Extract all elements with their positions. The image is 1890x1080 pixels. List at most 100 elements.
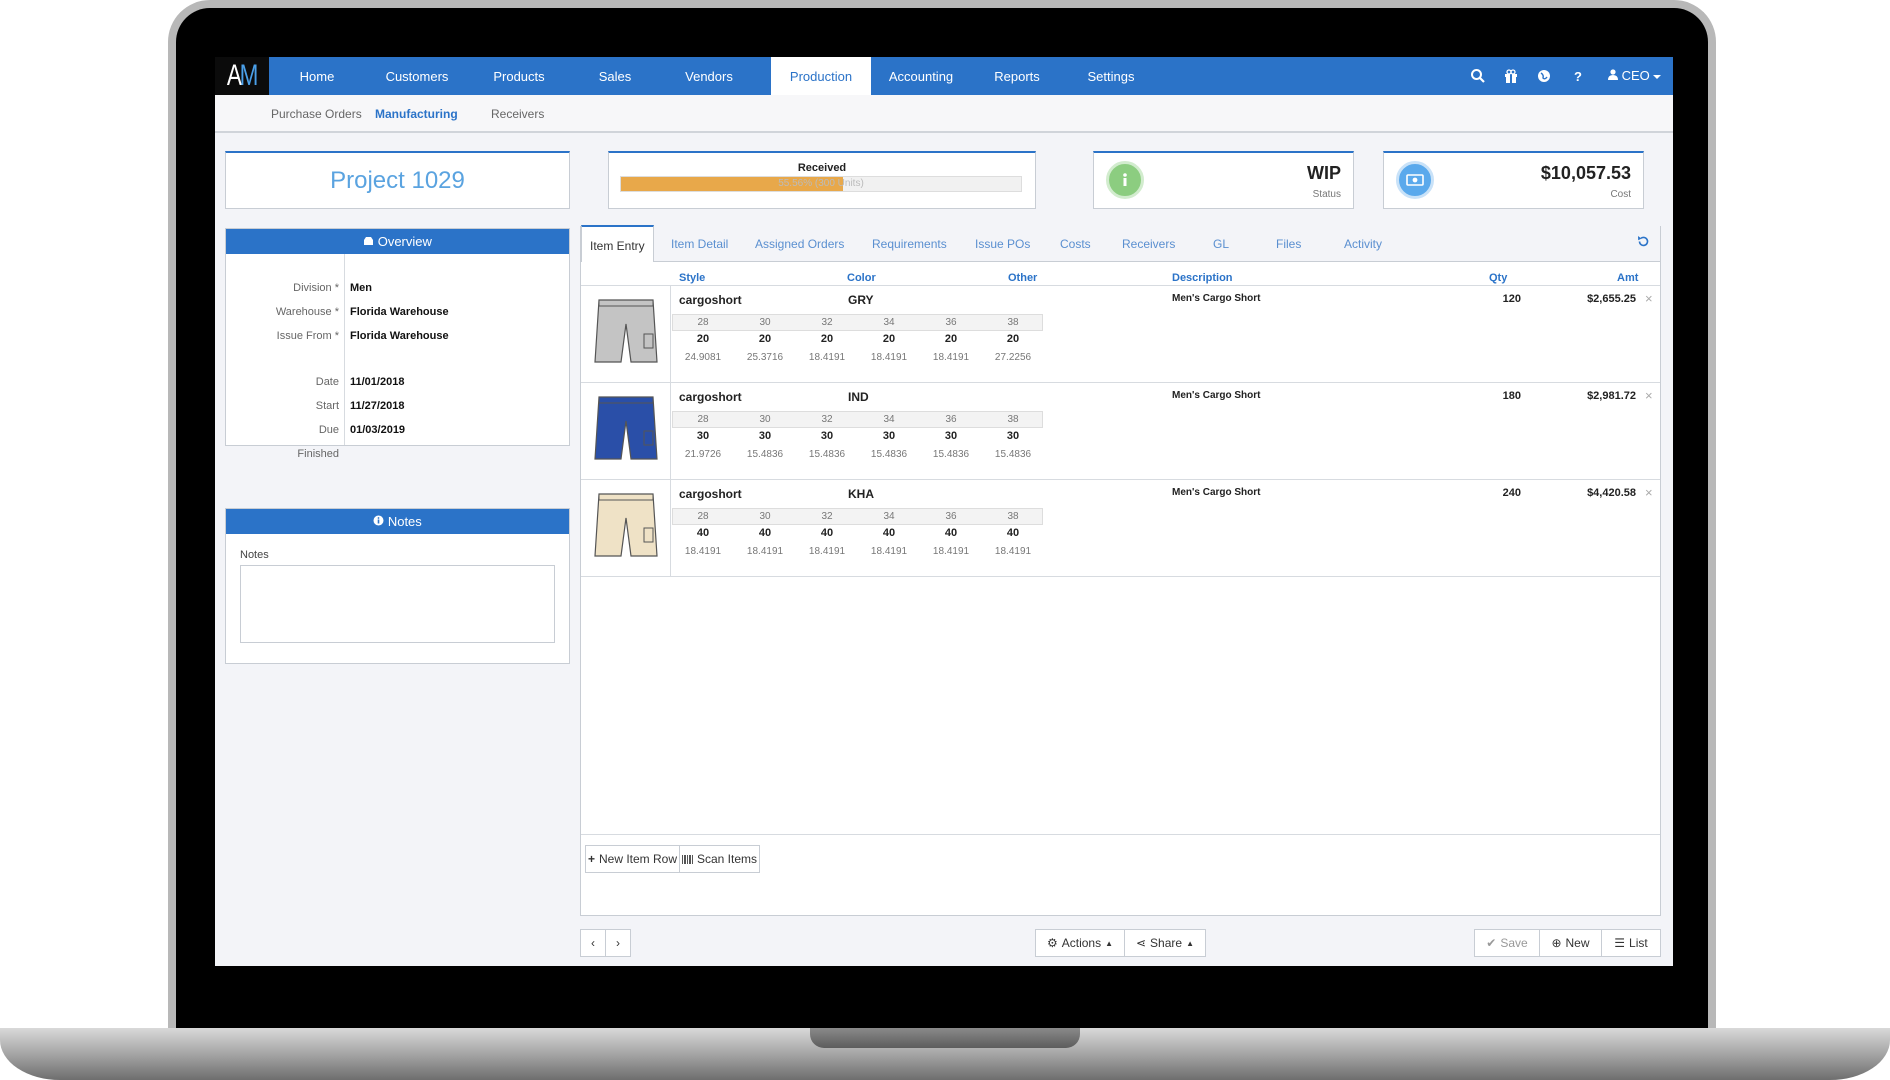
size-qty-input[interactable]: 20 (734, 333, 796, 345)
nav-home[interactable]: Home (269, 57, 365, 95)
col-amt[interactable]: Amt (1617, 272, 1638, 284)
subnav-receivers[interactable]: Receivers (491, 107, 544, 121)
notes-textarea[interactable] (240, 565, 555, 643)
warehouse-value[interactable]: Florida Warehouse (350, 306, 449, 318)
notes-header: Notes (226, 509, 569, 534)
nav-settings[interactable]: Settings (1063, 57, 1159, 95)
size-qty-input[interactable]: 40 (920, 527, 982, 539)
nav-sales[interactable]: Sales (569, 57, 661, 95)
division-value[interactable]: Men (350, 282, 372, 294)
size-qty-input[interactable]: 40 (796, 527, 858, 539)
tab-issue-pos[interactable]: Issue POs (975, 237, 1030, 251)
next-button[interactable]: › (605, 929, 631, 957)
nav-products[interactable]: Products (469, 57, 569, 95)
due-value[interactable]: 01/03/2019 (350, 424, 405, 436)
size-qty-input[interactable]: 20 (672, 333, 734, 345)
tab-gl[interactable]: GL (1213, 237, 1229, 251)
item-color[interactable]: KHA (848, 487, 874, 501)
nav-reports[interactable]: Reports (971, 57, 1063, 95)
status-value: WIP (1307, 163, 1341, 183)
list-button[interactable]: ☰ List (1601, 929, 1661, 957)
item-color[interactable]: GRY (848, 293, 874, 307)
help-icon[interactable]: ? (1570, 68, 1586, 84)
warehouse-label: Warehouse * (275, 306, 339, 318)
tab-costs[interactable]: Costs (1060, 237, 1091, 251)
size-qty-input[interactable]: 30 (982, 430, 1044, 442)
tab-item-detail[interactable]: Item Detail (671, 237, 728, 251)
remove-row-icon[interactable]: × (1645, 485, 1653, 500)
size-qty-input[interactable]: 20 (796, 333, 858, 345)
subnav-manufacturing[interactable]: Manufacturing (375, 107, 458, 121)
nav-production[interactable]: Production (771, 57, 871, 95)
table-row[interactable]: cargoshort IND Men's Cargo Short 180 $2,981.… (581, 383, 1660, 480)
col-color[interactable]: Color (847, 272, 876, 284)
size-label: 36 (945, 317, 957, 328)
size-qty-input[interactable]: 20 (920, 333, 982, 345)
scan-items-button[interactable]: Scan Items (679, 845, 760, 873)
col-style[interactable]: Style (679, 272, 705, 284)
size-price: 18.4191 (684, 546, 722, 557)
item-style[interactable]: cargoshort (679, 487, 742, 501)
item-style[interactable]: cargoshort (679, 390, 742, 404)
item-style[interactable]: cargoshort (679, 293, 742, 307)
size-qty-input[interactable]: 20 (858, 333, 920, 345)
subnav-purchase-orders[interactable]: Purchase Orders (271, 107, 362, 121)
table-row[interactable]: cargoshort KHA Men's Cargo Short 240 $4,420.… (581, 480, 1660, 577)
search-icon[interactable] (1470, 68, 1486, 84)
date-value[interactable]: 11/01/2018 (350, 376, 404, 388)
size-qty-input[interactable]: 30 (672, 430, 734, 442)
tab-receivers[interactable]: Receivers (1122, 237, 1175, 251)
new-button[interactable]: ⊕ New (1539, 929, 1602, 957)
save-button[interactable]: ✔ Save (1474, 929, 1540, 957)
project-card: Project 1029 (225, 151, 570, 209)
tab-assigned-orders[interactable]: Assigned Orders (755, 237, 844, 251)
globe-icon[interactable] (1536, 68, 1552, 84)
size-qty-input[interactable]: 40 (734, 527, 796, 539)
size-price: 18.4191 (932, 546, 970, 557)
size-qty-input[interactable]: 40 (982, 527, 1044, 539)
col-qty[interactable]: Qty (1489, 272, 1507, 284)
size-price: 15.4836 (870, 449, 908, 460)
actions-button[interactable]: ⚙ Actions ▲ (1035, 929, 1125, 957)
size-qty-input[interactable]: 20 (982, 333, 1044, 345)
refresh-icon[interactable] (1637, 235, 1650, 248)
share-button[interactable]: ⋖ Share ▲ (1124, 929, 1206, 957)
nav-customers[interactable]: Customers (365, 57, 469, 95)
received-progress-bar: 55.56% (300 Units) (620, 176, 1022, 192)
item-amount: $2,655.25 (1587, 293, 1636, 305)
issue-from-value[interactable]: Florida Warehouse (350, 330, 449, 342)
size-label: 32 (821, 511, 833, 522)
size-qty-input[interactable]: 30 (796, 430, 858, 442)
tab-item-entry[interactable]: Item Entry (581, 225, 654, 262)
gift-icon[interactable] (1503, 68, 1519, 84)
size-qty-input[interactable]: 30 (734, 430, 796, 442)
caret-up-icon: ▲ (1105, 938, 1114, 948)
col-other[interactable]: Other (1008, 272, 1037, 284)
prev-button[interactable]: ‹ (580, 929, 606, 957)
svg-text:?: ? (1574, 69, 1582, 84)
table-row[interactable]: cargoshort GRY Men's Cargo Short 120 $2,655.… (581, 286, 1660, 383)
tab-activity[interactable]: Activity (1344, 237, 1382, 251)
size-qty-input[interactable]: 40 (858, 527, 920, 539)
new-item-row-button[interactable]: + New Item Row (585, 845, 680, 873)
item-color[interactable]: IND (848, 390, 869, 404)
size-qty-input[interactable]: 40 (672, 527, 734, 539)
app-screen: AM Home Customers Products Sales Vendors… (215, 57, 1673, 966)
share-label: Share (1150, 936, 1183, 950)
product-image (581, 480, 671, 576)
nav-vendors[interactable]: Vendors (661, 57, 757, 95)
remove-row-icon[interactable]: × (1645, 388, 1653, 403)
remove-row-icon[interactable]: × (1645, 291, 1653, 306)
size-price: 15.4836 (994, 449, 1032, 460)
size-qty-input[interactable]: 30 (920, 430, 982, 442)
tab-files[interactable]: Files (1276, 237, 1301, 251)
tab-requirements[interactable]: Requirements (872, 237, 947, 251)
size-price: 18.4191 (994, 546, 1032, 557)
size-qty-input[interactable]: 30 (858, 430, 920, 442)
col-description[interactable]: Description (1172, 272, 1233, 284)
logo[interactable]: AM (215, 57, 269, 95)
top-navigation: AM Home Customers Products Sales Vendors… (215, 57, 1673, 95)
start-value[interactable]: 11/27/2018 (350, 400, 404, 412)
user-menu[interactable]: CEO (1608, 57, 1662, 95)
nav-accounting[interactable]: Accounting (871, 57, 971, 95)
